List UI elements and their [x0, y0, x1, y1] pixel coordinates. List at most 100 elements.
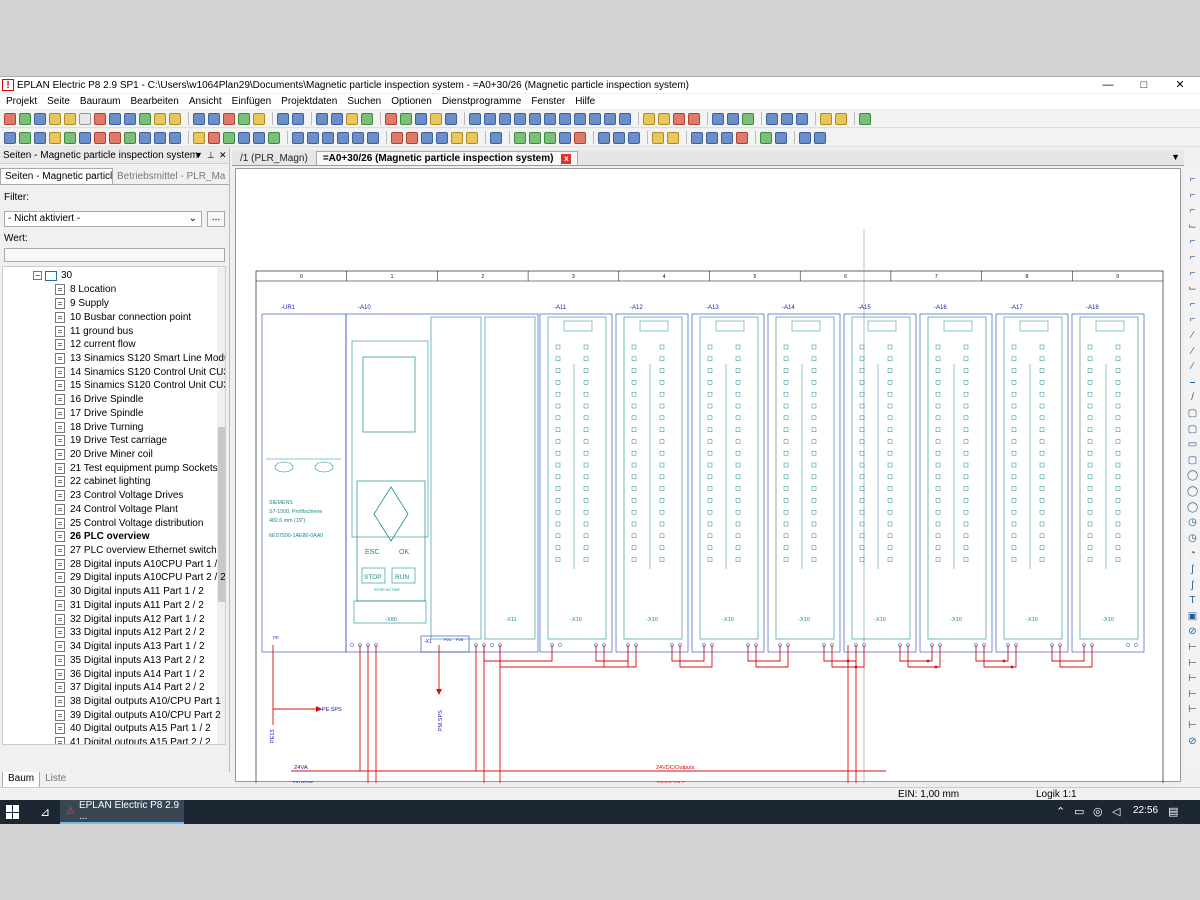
toolbar-button-icon[interactable]	[688, 112, 700, 125]
toolbar-button-icon[interactable]	[859, 112, 871, 125]
toolbar-button-icon[interactable]	[667, 131, 679, 144]
tree-item-page[interactable]: 29 Digital inputs A10CPU Part 2 / 2	[55, 571, 225, 585]
insert-tool-icon[interactable]: ⌐	[1187, 252, 1198, 263]
insert-tool-icon[interactable]: ▢	[1187, 408, 1198, 419]
menu-ansicht[interactable]: Ansicht	[189, 96, 222, 107]
toolbar-button-icon[interactable]	[652, 131, 664, 144]
insert-tool-icon[interactable]: ∕	[1187, 346, 1198, 357]
insert-tool-icon[interactable]: ⊢	[1187, 658, 1198, 669]
toolbar-button-icon[interactable]	[691, 131, 703, 144]
tree-item-page[interactable]: 17 Drive Spindle	[55, 406, 143, 420]
insert-tool-icon[interactable]: ⊘	[1187, 736, 1198, 747]
toolbar-button-icon[interactable]	[193, 112, 205, 125]
toolbar-button-icon[interactable]	[169, 131, 181, 144]
toolbar-button-icon[interactable]	[34, 112, 46, 125]
toolbar-button-icon[interactable]	[619, 112, 631, 125]
toolbar-button-icon[interactable]	[445, 112, 457, 125]
toolbar-button-icon[interactable]	[559, 131, 571, 144]
toolbar-button-icon[interactable]	[484, 112, 496, 125]
tree-item-page[interactable]: 19 Drive Test carriage	[55, 434, 167, 448]
insert-tool-icon[interactable]: ◯	[1187, 470, 1198, 481]
insert-tool-icon[interactable]: ∫	[1187, 580, 1198, 591]
toolbar-button-icon[interactable]	[544, 112, 556, 125]
toolbar-button-icon[interactable]	[277, 112, 289, 125]
toolbar-button-icon[interactable]	[316, 112, 328, 125]
toolbar-button-icon[interactable]	[835, 112, 847, 125]
chevron-up-icon[interactable]: ⌃	[1056, 805, 1065, 818]
filter-select[interactable]: - Nicht aktiviert - ⌄	[4, 211, 202, 227]
menu-projektdaten[interactable]: Projektdaten	[281, 96, 337, 107]
menu-suchen[interactable]: Suchen	[347, 96, 381, 107]
toolbar-button-icon[interactable]	[775, 131, 787, 144]
tree-item-page[interactable]: 34 Digital inputs A13 Part 1 / 2	[55, 640, 205, 654]
toolbar-button-icon[interactable]	[352, 131, 364, 144]
insert-tool-icon[interactable]: /	[1187, 392, 1198, 403]
tree-item-page[interactable]: 28 Digital inputs A10CPU Part 1 /	[55, 557, 217, 571]
toolbar-button-icon[interactable]	[574, 131, 586, 144]
toolbar-button-icon[interactable]	[466, 131, 478, 144]
insert-tool-icon[interactable]: ⌐	[1187, 190, 1198, 201]
tree-item-page[interactable]: 16 Drive Spindle	[55, 393, 143, 407]
menu-hilfe[interactable]: Hilfe	[575, 96, 595, 107]
menu-projekt[interactable]: Projekt	[6, 96, 37, 107]
insert-tool-icon[interactable]: ⊢	[1187, 704, 1198, 715]
toolbar-button-icon[interactable]	[322, 131, 334, 144]
toolbar-button-icon[interactable]	[49, 112, 61, 125]
tab-liste[interactable]: Liste	[40, 772, 71, 788]
toolbar-button-icon[interactable]	[292, 131, 304, 144]
task-view-icon[interactable]: ⊿	[40, 805, 50, 819]
taskbar-eplan-app[interactable]: ⚠ EPLAN Electric P8 2.9 ...	[60, 800, 184, 824]
toolbar-button-icon[interactable]	[760, 131, 772, 144]
toolbar-button-icon[interactable]	[406, 131, 418, 144]
toolbar-button-icon[interactable]	[307, 131, 319, 144]
toolbar-button-icon[interactable]	[430, 112, 442, 125]
toolbar-button-icon[interactable]	[814, 131, 826, 144]
insert-tool-icon[interactable]: ◯	[1187, 502, 1198, 513]
toolbar-button-icon[interactable]	[49, 131, 61, 144]
insert-tool-icon[interactable]: ⊢	[1187, 720, 1198, 731]
insert-tool-icon[interactable]: ⊢	[1187, 689, 1198, 700]
insert-tool-icon[interactable]: ⊢	[1187, 673, 1198, 684]
insert-tool-icon[interactable]: ⌙	[1187, 283, 1198, 294]
network-icon[interactable]: ▭	[1074, 805, 1084, 818]
globe-icon[interactable]: ◎	[1093, 805, 1103, 818]
toolbar-button-icon[interactable]	[346, 112, 358, 125]
insert-tool-icon[interactable]: ▭	[1187, 439, 1198, 450]
tree-item-page[interactable]: 13 Sinamics S120 Smart Line Modu	[55, 352, 225, 366]
tab-list-dropdown-icon[interactable]: ▼	[1171, 152, 1180, 162]
insert-tool-icon[interactable]: ⊢	[1187, 642, 1198, 653]
tree-item-page[interactable]: 22 cabinet lighting	[55, 475, 151, 489]
toolbar-button-icon[interactable]	[367, 131, 379, 144]
tab-baum[interactable]: Baum	[2, 772, 41, 788]
collapse-icon[interactable]: −	[33, 271, 42, 281]
panel-close-icon[interactable]: ✕	[219, 150, 227, 161]
menu-bauraum[interactable]: Bauraum	[80, 96, 121, 107]
tree-item-page[interactable]: 36 Digital inputs A14 Part 1 / 2	[55, 667, 205, 681]
toolbar-button-icon[interactable]	[193, 131, 205, 144]
toolbar-button-icon[interactable]	[253, 131, 265, 144]
volume-icon[interactable]: ◁	[1112, 805, 1120, 818]
toolbar-button-icon[interactable]	[490, 131, 502, 144]
menu-fenster[interactable]: Fenster	[531, 96, 565, 107]
toolbar-button-icon[interactable]	[79, 112, 91, 125]
toolbar-button-icon[interactable]	[19, 112, 31, 125]
toolbar-button-icon[interactable]	[781, 112, 793, 125]
tree-item-page[interactable]: 9 Supply	[55, 297, 109, 311]
tab-page-1[interactable]: /1 (PLR_Magn)	[232, 152, 316, 165]
toolbar-button-icon[interactable]	[19, 131, 31, 144]
filter-edit-button[interactable]: ...	[207, 211, 225, 227]
toolbar-button-icon[interactable]	[742, 112, 754, 125]
toolbar-button-icon[interactable]	[421, 131, 433, 144]
panel-menu-icon[interactable]: ▼	[194, 150, 203, 160]
insert-tool-icon[interactable]: ⌙	[1187, 221, 1198, 232]
toolbar-button-icon[interactable]	[385, 112, 397, 125]
close-tab-icon[interactable]: x	[561, 153, 572, 164]
toolbar-button-icon[interactable]	[514, 131, 526, 144]
toolbar-button-icon[interactable]	[469, 112, 481, 125]
tree-item-page[interactable]: 33 Digital inputs A12 Part 2 / 2	[55, 626, 205, 640]
toolbar-button-icon[interactable]	[154, 112, 166, 125]
toolbar-button-icon[interactable]	[94, 131, 106, 144]
toolbar-button-icon[interactable]	[796, 112, 808, 125]
toolbar-button-icon[interactable]	[238, 112, 250, 125]
menu-seite[interactable]: Seite	[47, 96, 70, 107]
